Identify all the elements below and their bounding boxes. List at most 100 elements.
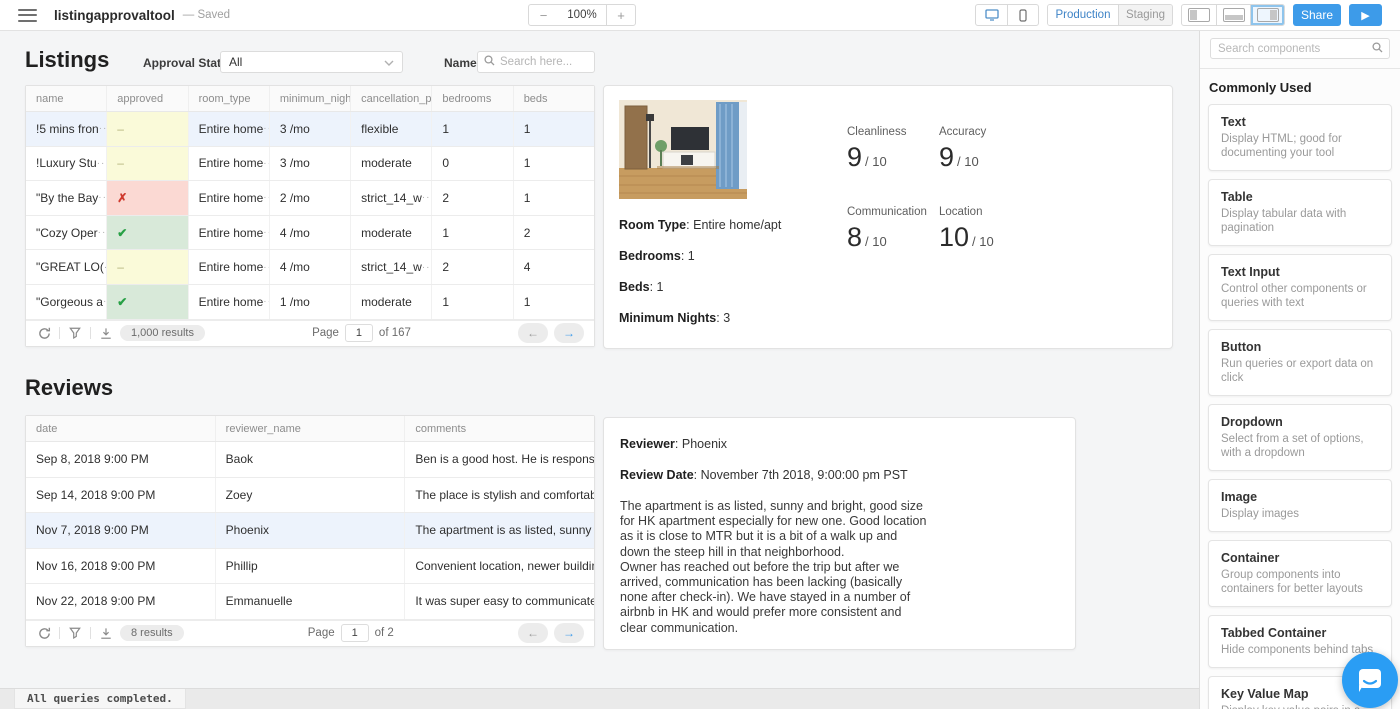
component-card-dropdown[interactable]: Dropdown Select from a set of options, w… [1208,404,1392,471]
cell-bedrooms: 1 [432,112,513,146]
cell-minimum-nights: 4 /mo [270,250,351,284]
col-name[interactable]: name [26,86,107,111]
download-icon[interactable] [98,625,114,641]
cell-date: Sep 14, 2018 9:00 PM [26,478,216,513]
cell-approved: – [107,112,188,146]
col-reviewer-name[interactable]: reviewer_name [216,416,406,441]
main-toolbar: listingapprovaltool — Saved − 100% + Pro… [0,0,1400,31]
cell-bedrooms: 2 [432,250,513,284]
cell-comments: It was super easy to communicate wi··· [405,584,594,619]
approval-status-dropdown[interactable]: All [220,51,403,73]
col-date[interactable]: date [26,416,216,441]
cell-bedrooms: 2 [432,181,513,215]
col-cancellation-policy[interactable]: cancellation_poli... [351,86,432,111]
table-row[interactable]: Sep 14, 2018 9:00 PM Zoey The place is s… [26,478,594,514]
table-row[interactable]: "Gorgeous a··· ✔ Entire home··· 1 /mo mo… [26,285,594,320]
production-button[interactable]: Production [1048,5,1118,25]
field-room-type: Room Type: Entire home/apt [619,218,781,232]
table-row[interactable]: Nov 7, 2018 9:00 PM Phoenix The apartmen… [26,513,594,549]
listings-table: name approved room_type minimum_nights c… [25,85,595,347]
score-accuracy: Accuracy 9/ 10 [939,126,1049,206]
panel-toggle-group [1181,4,1285,26]
next-page-button[interactable]: → [554,623,584,643]
table-row[interactable]: "GREAT LO(··· – Entire home··· 4 /mo str… [26,250,594,285]
share-button[interactable]: Share [1293,4,1341,26]
component-card-text-input[interactable]: Text Input Control other components or q… [1208,254,1392,321]
download-icon[interactable] [98,325,114,341]
cell-name: "Cozy Oper··· [26,216,107,250]
listing-detail-card: Cleanliness 9/ 10 Accuracy 9/ 10 Communi… [603,85,1173,349]
score-communication: Communication 8/ 10 [847,206,939,286]
cell-comments: The place is stylish and comfortable.··· [405,478,594,513]
table-row[interactable]: Sep 8, 2018 9:00 PM Baok Ben is a good h… [26,442,594,478]
col-approved[interactable]: approved [107,86,188,111]
cell-approved: – [107,147,188,181]
table-row[interactable]: Nov 16, 2018 9:00 PM Phillip Convenient … [26,549,594,585]
page-number-input[interactable] [341,624,369,642]
page-number-input[interactable] [345,324,373,342]
left-panel-toggle-icon[interactable] [1182,5,1216,25]
component-card-image[interactable]: Image Display images [1208,479,1392,532]
field-minimum-nights: Minimum Nights: 3 [619,311,781,325]
saved-status: — Saved [183,9,230,21]
table-row[interactable]: "By the Bay··· ✗ Entire home··· 2 /mo st… [26,181,594,216]
components-search-input[interactable] [1218,43,1372,55]
next-page-button[interactable]: → [554,323,584,343]
desktop-icon[interactable] [976,5,1007,25]
review-date-field: Review Date: November 7th 2018, 9:00:00 … [620,468,1059,482]
right-panel-toggle-icon[interactable] [1250,5,1284,25]
table-row[interactable]: !5 mins fron··· – Entire home··· 3 /mo f… [26,112,594,147]
table-row[interactable]: !Luxury Stu··· – Entire home··· 3 /mo mo… [26,147,594,182]
components-panel: Commonly Used Text Display HTML; good fo… [1199,31,1400,709]
listings-search [477,51,595,73]
prev-page-button[interactable]: ← [518,323,548,343]
cell-reviewer-name: Phoenix [216,513,406,548]
col-beds[interactable]: beds [514,86,594,111]
components-search [1210,38,1390,59]
commonly-used-heading: Commonly Used [1209,80,1400,95]
table-row[interactable]: Nov 22, 2018 9:00 PM Emmanuelle It was s… [26,584,594,620]
page-total: of 2 [375,627,394,639]
mobile-icon[interactable] [1007,5,1038,25]
overflow-dots-icon: ··· [263,158,270,169]
col-room-type[interactable]: room_type [189,86,270,111]
approval-status-value: All [229,55,242,69]
search-icon [1372,40,1383,58]
component-card-table[interactable]: Table Display tabular data with paginati… [1208,179,1392,246]
listings-search-input[interactable] [500,56,590,68]
col-comments[interactable]: comments [405,416,594,441]
filter-icon[interactable] [67,625,83,641]
staging-button[interactable]: Staging [1118,5,1172,25]
component-card-text[interactable]: Text Display HTML; good for documenting … [1208,104,1392,171]
zoom-out-button[interactable]: − [529,5,558,25]
device-toggle [975,4,1039,26]
component-card-container[interactable]: Container Group components into containe… [1208,540,1392,607]
reviewer-field: Reviewer: Phoenix [620,437,1059,451]
listings-title: Listings [25,47,109,73]
cell-name: "Gorgeous a··· [26,285,107,319]
cell-room-type: Entire home··· [189,112,270,146]
listings-table-header: name approved room_type minimum_nights c… [26,86,594,112]
cell-cancellation-policy: strict_14_w··· [351,181,432,215]
prev-page-button[interactable]: ← [518,623,548,643]
refresh-icon[interactable] [36,625,52,641]
cell-beds: 1 [514,181,594,215]
cell-beds: 4 [514,250,594,284]
cell-reviewer-name: Zoey [216,478,406,513]
filter-icon[interactable] [67,325,83,341]
col-minimum-nights[interactable]: minimum_nights [270,86,351,111]
run-button[interactable]: ▶ [1349,4,1382,26]
bottom-panel-toggle-icon[interactable] [1216,5,1250,25]
component-card-button[interactable]: Button Run queries or export data on cli… [1208,329,1392,396]
zoom-in-button[interactable]: + [606,5,635,25]
table-row[interactable]: "Cozy Oper··· ✔ Entire home··· 4 /mo mod… [26,216,594,251]
overflow-dots-icon: ··· [422,192,433,203]
cell-cancellation-policy: flexible [351,112,432,146]
col-bedrooms[interactable]: bedrooms [432,86,513,111]
reviews-table: date reviewer_name comments Sep 8, 2018 … [25,415,595,647]
refresh-icon[interactable] [36,325,52,341]
cell-date: Nov 22, 2018 9:00 PM [26,584,216,619]
cell-date: Nov 16, 2018 9:00 PM [26,549,216,584]
hamburger-menu-icon[interactable] [18,9,37,22]
chat-bubble-icon[interactable] [1342,652,1398,708]
